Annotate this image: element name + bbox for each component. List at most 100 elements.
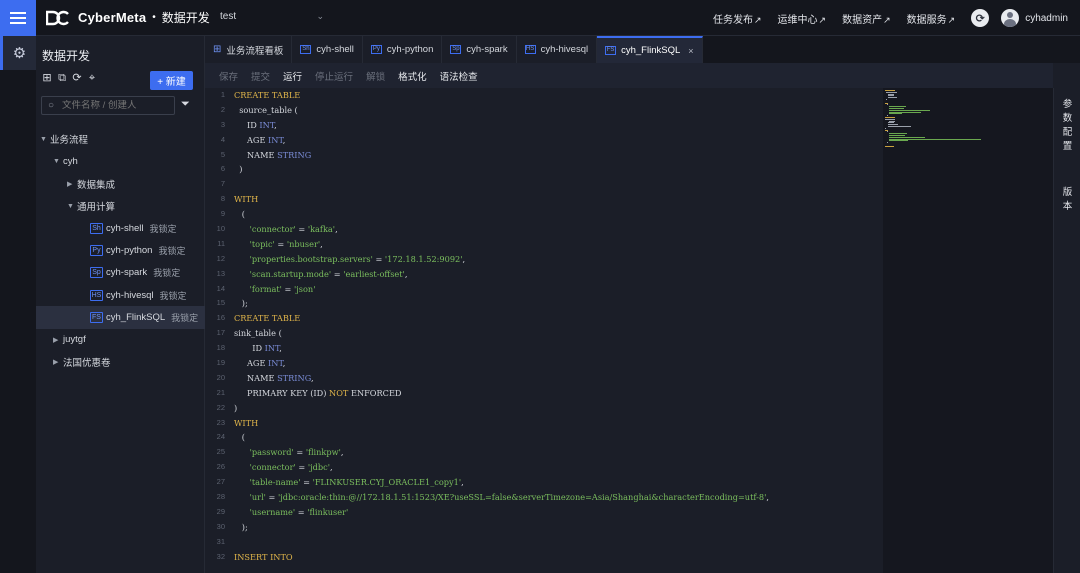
locate-icon[interactable]: ⌖ [86, 72, 98, 84]
syntax-check-button[interactable]: 语法检查 [440, 69, 478, 83]
version-tab[interactable]: 版 本 [1054, 186, 1080, 214]
tree-file-cyh-hivesql[interactable]: HS cyh-hivesql 我锁定 [36, 284, 205, 306]
tree-node-cyh[interactable]: ▼ cyh [36, 150, 205, 172]
minimap-line [886, 99, 887, 100]
search-input[interactable] [62, 100, 163, 111]
tab-cyh-shell[interactable]: Sh cyh-shell [292, 36, 363, 63]
project-select[interactable]: test ⌄ [220, 11, 324, 25]
module-name: 数据开发 [161, 11, 210, 25]
code-line[interactable]: 12 'properties.bootstrap.servers' = '172… [205, 252, 883, 267]
code-minimap[interactable] [883, 88, 1053, 573]
hamburger-menu-icon[interactable] [0, 0, 36, 36]
avatar[interactable] [1001, 9, 1020, 27]
nav-data-service[interactable]: 数据服务↗ [907, 11, 956, 26]
tree-label: 数据集成 [77, 179, 116, 191]
tab-flow-board[interactable]: ⊞ 业务流程看板 [205, 36, 293, 63]
code-line[interactable]: 8 WITH [205, 192, 883, 207]
username[interactable]: cyhadmin [1025, 13, 1068, 24]
save-button[interactable]: 保存 [219, 69, 238, 83]
code-line[interactable]: 20 NAME STRING, [205, 371, 883, 386]
collapse-icon[interactable]: ⧉ [56, 72, 68, 84]
code-text: 'connector' = 'kafka', [249, 224, 338, 235]
nav-data-assets[interactable]: 数据资产↗ [842, 11, 891, 26]
code-text: ); [234, 298, 248, 309]
code-line[interactable]: 18 ID INT, [205, 341, 883, 356]
code-line[interactable]: 5 NAME STRING [205, 148, 883, 163]
code-line[interactable]: 3 ID INT, [205, 118, 883, 133]
tree-file-cyh-spark[interactable]: Sp cyh-spark 我锁定 [36, 262, 205, 284]
line-number: 22 [216, 402, 225, 412]
code-line[interactable]: 23 WITH [205, 416, 883, 431]
spark-file-icon: Sp [90, 267, 103, 279]
line-number: 13 [216, 268, 225, 278]
tab-cyh-python[interactable]: Py cyh-python [362, 36, 443, 63]
format-button[interactable]: 格式化 [398, 69, 427, 83]
code-line[interactable]: 13 'scan.startup.mode' = 'earliest-offse… [205, 267, 883, 282]
code-line[interactable]: 6 ) [205, 162, 883, 177]
code-line[interactable]: 2 source_table ( [205, 103, 883, 118]
tree-node-business-flow[interactable]: ▼ 业务流程 [36, 128, 205, 150]
nav-ops-center[interactable]: 运维中心↗ [778, 11, 827, 26]
code-line[interactable]: 1 CREATE TABLE [205, 88, 883, 103]
close-icon[interactable]: × [688, 46, 693, 56]
grid-icon[interactable]: ⊞ [41, 72, 53, 84]
code-line[interactable]: 4 AGE INT, [205, 133, 883, 148]
code-line[interactable]: 29 'username' = 'flinkuser' [205, 505, 883, 520]
file-name: cyh-python [106, 245, 153, 257]
code-line[interactable]: 15 ); [205, 296, 883, 311]
submit-button[interactable]: 提交 [251, 69, 270, 83]
code-line[interactable]: 16 CREATE TABLE [205, 311, 883, 326]
code-line[interactable]: 9 ( [205, 207, 883, 222]
params-config-tab[interactable]: 参 数 配 置 [1054, 98, 1080, 154]
code-text: 'format' = 'json' [249, 283, 316, 294]
tree-file-cyh-flinksql[interactable]: FS cyh_FlinkSQL 我锁定 [36, 306, 205, 329]
sync-icon[interactable]: ⟳ [971, 9, 990, 27]
tree-file-cyh-python[interactable]: Py cyh-python 我锁定 [36, 239, 205, 261]
lock-status: 我锁定 [171, 313, 199, 324]
code-line[interactable]: 30 ); [205, 520, 883, 535]
refresh-icon[interactable]: ⟳ [71, 72, 83, 84]
code-line[interactable]: 7 [205, 177, 883, 192]
code-line[interactable]: 22) [205, 401, 883, 416]
new-button[interactable]: + 新建 [150, 71, 193, 90]
nav-task-publish[interactable]: 任务发布↗ [713, 11, 762, 26]
line-number: 24 [216, 432, 225, 442]
shell-file-icon: Sh [300, 45, 312, 54]
project-select-value: test [220, 11, 237, 22]
stop-button[interactable]: 停止运行 [315, 69, 353, 83]
tree-node-data-integration[interactable]: ▶ 数据集成 [36, 173, 205, 195]
code-line[interactable]: 19 AGE INT, [205, 356, 883, 371]
file-name: cyh-spark [106, 267, 148, 279]
code-line[interactable]: 21 PRIMARY KEY (ID) NOT ENFORCED [205, 386, 883, 401]
tree-node-general-compute[interactable]: ▼ 通用计算 [36, 195, 205, 217]
code-line[interactable]: 10 'connector' = 'kafka', [205, 222, 883, 237]
gear-icon[interactable]: ⚙ [0, 36, 36, 70]
spark-file-icon: Sp [450, 45, 462, 54]
code-line[interactable]: 31 [205, 535, 883, 550]
code-line[interactable]: 25 'password' = 'flinkpw', [205, 445, 883, 460]
code-text: ID INT, [234, 343, 282, 354]
code-line[interactable]: 17 sink_table ( [205, 326, 883, 341]
run-button[interactable]: 运行 [283, 69, 302, 83]
code-line[interactable]: 24 ( [205, 430, 883, 445]
filter-icon[interactable]: ⏷ [181, 98, 195, 112]
tab-cyh-hivesql[interactable]: HS cyh-hivesql [516, 36, 598, 63]
code-line[interactable]: 26 'connector' = 'jdbc', [205, 460, 883, 475]
cybermeta-logo-icon [46, 10, 69, 25]
code-line[interactable]: 32 INSERT INTO [205, 550, 883, 565]
unlock-button[interactable]: 解锁 [366, 69, 385, 83]
code-line[interactable]: 27 'table-name' = 'FLINKUSER.CYJ_ORACLE1… [205, 475, 883, 490]
code-line[interactable]: 28 'url' = 'jdbc:oracle:thin:@//172.18.1… [205, 490, 883, 505]
code-editor[interactable]: 1 CREATE TABLE 2 source_table (3 ID INT, 4 … [205, 88, 883, 573]
code-line[interactable]: 11 'topic' = 'nbuser', [205, 237, 883, 252]
code-text: 'scan.startup.mode' = 'earliest-offset', [249, 268, 408, 279]
search-icon: ○ [48, 100, 55, 111]
tree-node-juytgf[interactable]: ▶ juytgf [36, 329, 205, 351]
tab-cyh-flinksql[interactable]: FS cyh_FlinkSQL × [597, 36, 703, 63]
code-line[interactable]: 14 'format' = 'json' [205, 282, 883, 297]
code-text: ) [234, 402, 238, 413]
tree-node-coupon[interactable]: ▶ 法国优惠卷 [36, 351, 205, 373]
external-link-icon: ↗ [754, 14, 762, 25]
tab-cyh-spark[interactable]: Sp cyh-spark [442, 36, 517, 63]
tree-file-cyh-shell[interactable]: Sh cyh-shell 我锁定 [36, 217, 205, 239]
